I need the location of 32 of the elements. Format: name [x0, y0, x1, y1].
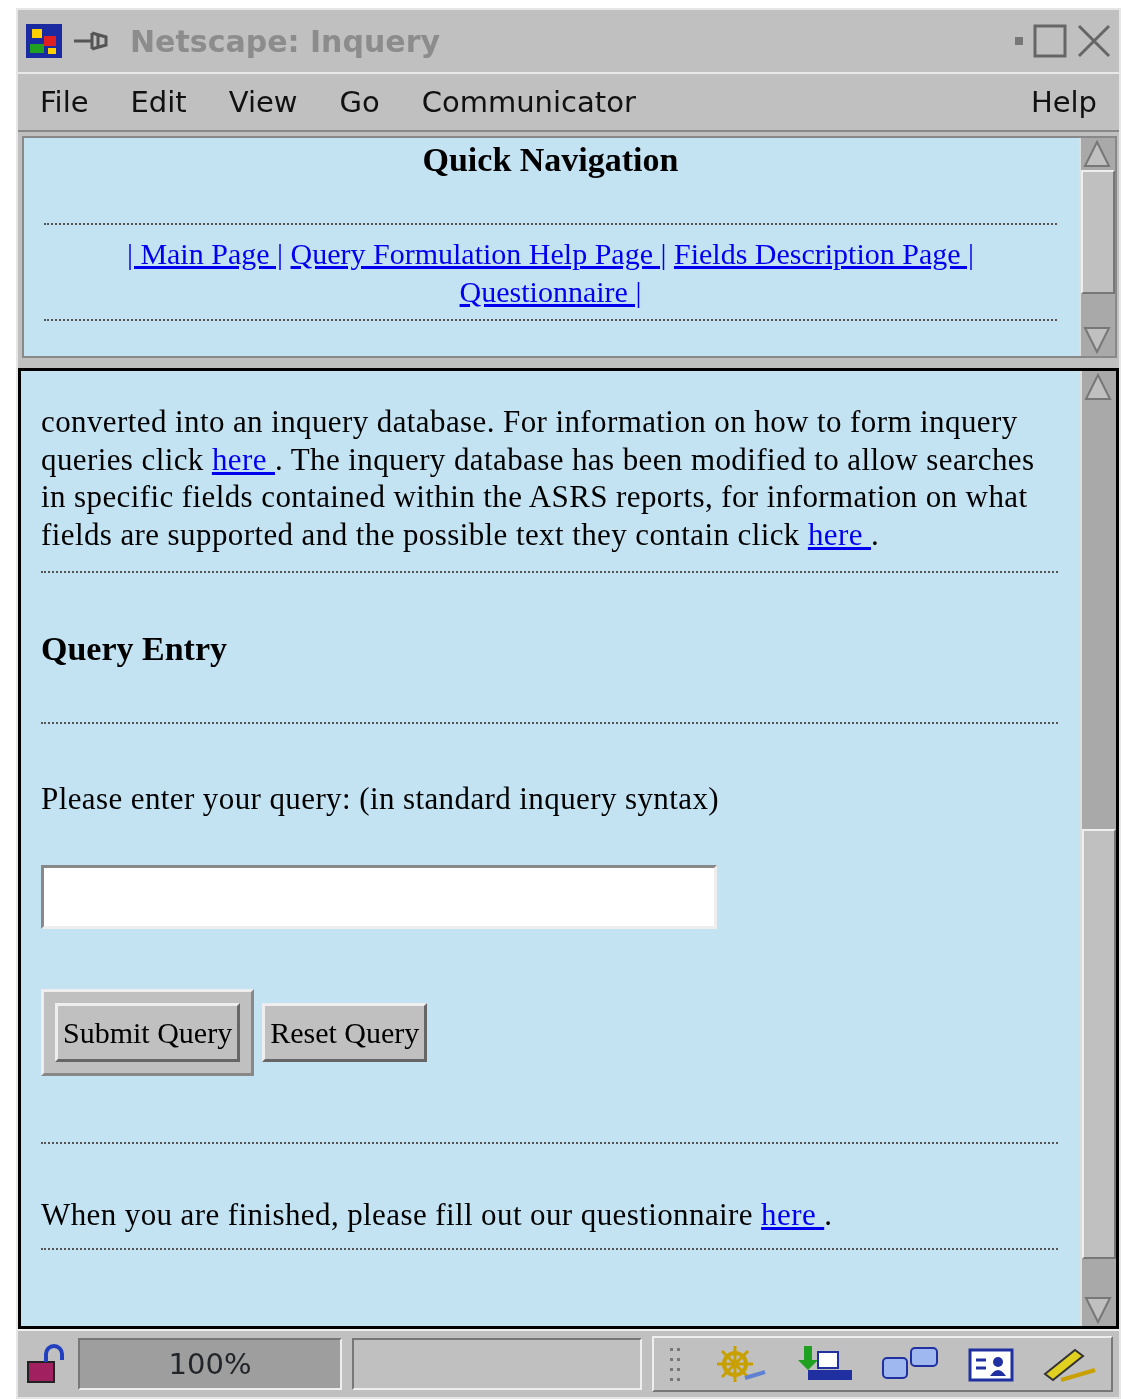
zoom-level: 100% [78, 1338, 342, 1390]
link[interactable]: here [807, 516, 871, 552]
menu-item[interactable]: View [228, 85, 298, 119]
scroll-down-icon[interactable] [1082, 1294, 1114, 1326]
nav-link[interactable]: Fields Description Page | [673, 236, 975, 270]
menu-item[interactable]: Help [1030, 85, 1097, 119]
nav-link[interactable]: Query Formulation Help Page | [290, 236, 667, 270]
query-prompt: Please enter your query: (in standard inquery syntax) [41, 779, 721, 818]
link[interactable]: here [211, 441, 275, 477]
scroll-down-icon[interactable] [1081, 324, 1113, 356]
query-button[interactable]: Reset Query [262, 1003, 428, 1063]
footer-sentence: When you are finished, please fill out our questionnaire here . [41, 1196, 834, 1234]
nav-link[interactable]: Questionnaire | [459, 274, 642, 308]
intro-paragraph: converted into an inquery database. For information on how to form inquery queries click here . The inquery database has been modified to allow searches in specific fields contained within the ASRS reports, for information on what fields are supported and the possible text they contain click here . [41, 403, 1036, 553]
app-icon [26, 24, 62, 58]
close-icon [1077, 24, 1111, 58]
nav-link[interactable]: | Main Page | [126, 236, 284, 270]
maximize-icon [1033, 24, 1067, 58]
scroll-up-icon[interactable] [1082, 371, 1114, 403]
scrollbar-thumb[interactable] [1081, 170, 1115, 294]
minimize-icon [1015, 37, 1023, 45]
menu-item[interactable]: File [40, 85, 89, 119]
query-input-field[interactable] [41, 865, 717, 930]
address-card-icon [968, 1346, 1015, 1382]
page-heading: Quick Navigation [421, 140, 680, 180]
menu-item[interactable]: Edit [130, 85, 187, 119]
scrollbar-thumb[interactable] [1082, 828, 1116, 1259]
link[interactable]: here [761, 1197, 825, 1233]
query-button[interactable]: Submit Query [55, 1003, 241, 1063]
menu-item[interactable]: Go [339, 85, 380, 119]
section-heading: Query Entry [41, 629, 229, 669]
menu-item[interactable]: Communicator [421, 85, 636, 119]
